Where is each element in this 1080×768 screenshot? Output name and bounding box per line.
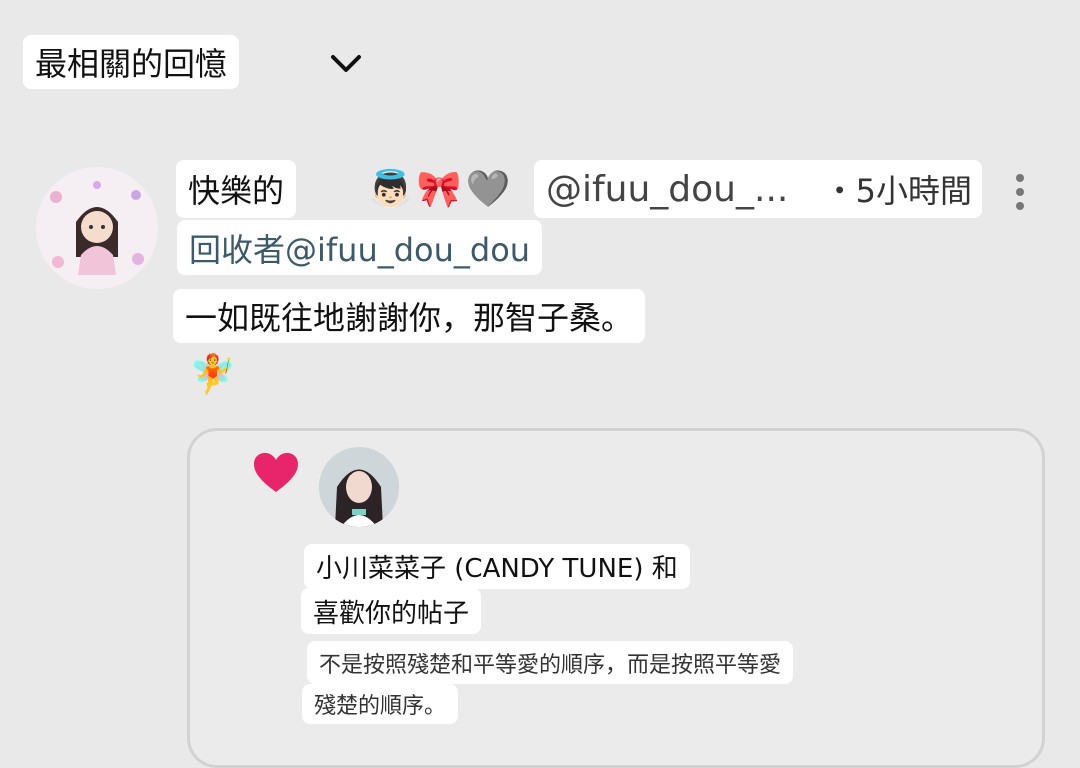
author-emoji-badges: 👼🏻 🎀 🩶 — [368, 160, 510, 218]
sort-dropdown-label[interactable]: 最相關的回憶 — [23, 35, 240, 89]
like-action-text: 喜歡你的帖子 — [301, 588, 482, 634]
author-name[interactable]: 快樂的 — [176, 160, 297, 218]
more-options-icon[interactable] — [1008, 172, 1032, 212]
liker-avatar[interactable] — [319, 447, 399, 527]
grey-heart-emoji-icon: 🩶 — [465, 169, 511, 210]
quoted-post-text-line: 殘楚的順序。 — [302, 684, 459, 724]
quoted-post-text-line: 不是按照殘楚和平等愛的順序，而是按照平等愛 — [307, 641, 794, 684]
chevron-down-icon[interactable] — [328, 50, 364, 78]
post-body-text: 一如既往地謝謝你，那智子桑。 — [173, 289, 646, 343]
author-handle-and-time: @ifuu_dou_... ・5小時間 — [534, 160, 982, 218]
fairy-emoji-icon: 🧚 — [189, 352, 237, 396]
heart-icon — [254, 453, 298, 492]
ribbon-emoji-icon: 🎀 — [416, 169, 462, 210]
liker-names: 小川菜菜子 (CANDY TUNE) 和 — [304, 544, 690, 589]
angel-face-emoji-icon: 👼🏻 — [368, 169, 413, 210]
author-handle[interactable]: @ifuu_dou_... — [546, 169, 788, 210]
reply-to-mention[interactable]: 回收者@ifuu_dou_dou — [177, 220, 543, 275]
post-timestamp: ・5小時間 — [823, 172, 972, 210]
author-avatar[interactable] — [36, 167, 158, 289]
